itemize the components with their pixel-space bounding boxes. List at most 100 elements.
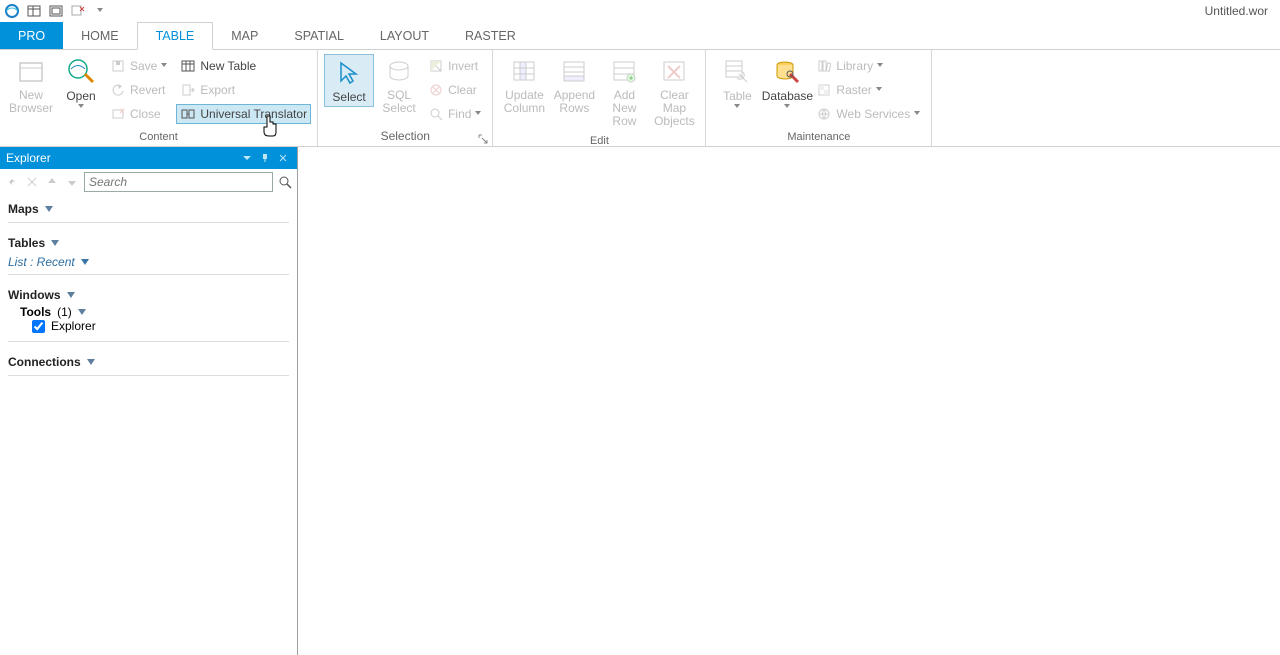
new-table-label: New Table	[200, 59, 256, 73]
export-label: Export	[200, 83, 235, 97]
table-maint-label: Table	[723, 89, 752, 103]
explorer-menu-icon[interactable]	[239, 150, 255, 166]
invert-label: Invert	[448, 59, 478, 73]
export-button: Export	[176, 80, 311, 100]
invert-icon	[428, 58, 444, 74]
library-button: Library	[812, 56, 925, 76]
new-browser-icon	[15, 56, 47, 88]
universal-translator-button[interactable]: Universal Translator	[176, 104, 311, 124]
save-icon	[110, 58, 126, 74]
document-area	[298, 147, 1280, 655]
tree-connections-collapse-icon[interactable]	[87, 359, 95, 365]
title-bar: Untitled.wor	[0, 0, 1280, 22]
close-button: Close	[106, 104, 172, 124]
tree-list-recent[interactable]: List : Recent	[8, 253, 289, 271]
open-dropdown-icon[interactable]	[78, 104, 85, 111]
selection-dialog-launcher-icon[interactable]	[478, 133, 488, 143]
explorer-nav-up-icon	[44, 174, 60, 190]
qat-close-all-icon[interactable]	[70, 3, 86, 19]
new-table-button[interactable]: New Table	[176, 56, 311, 76]
database-button[interactable]: Database	[762, 54, 812, 113]
tree-connections-label: Connections	[8, 355, 81, 369]
new-table-icon	[180, 58, 196, 74]
tree-windows-heading[interactable]: Windows	[8, 285, 289, 305]
update-column-button: Update Column	[499, 54, 549, 117]
qat-open-table-icon[interactable]	[26, 3, 42, 19]
select-label: Select	[332, 90, 365, 104]
tree-list-recent-dropdown-icon[interactable]	[81, 259, 89, 265]
tree-explorer-checkbox[interactable]	[32, 320, 45, 333]
table-maint-dropdown-icon	[734, 104, 741, 111]
tab-home[interactable]: HOME	[63, 22, 137, 49]
tab-pro[interactable]: PRO	[0, 22, 63, 49]
workspace: Explorer Maps Tables	[0, 147, 1280, 655]
tab-spatial[interactable]: SPATIAL	[276, 22, 362, 49]
group-selection-label: Selection	[318, 129, 492, 146]
append-rows-button: Append Rows	[549, 54, 599, 117]
tree-divider	[8, 341, 289, 342]
select-button[interactable]: Select	[324, 54, 374, 107]
clear-map-objects-icon	[658, 56, 690, 88]
clear-button: Clear	[424, 80, 486, 100]
explorer-search-icon[interactable]	[277, 174, 293, 190]
qat-open-workspace-icon[interactable]	[48, 3, 64, 19]
tab-layout[interactable]: LAYOUT	[362, 22, 447, 49]
tree-divider	[8, 222, 289, 223]
explorer-header: Explorer	[0, 147, 297, 169]
tab-map[interactable]: MAP	[213, 22, 276, 49]
update-column-label: Update Column	[501, 89, 547, 115]
explorer-search-input[interactable]	[84, 172, 273, 192]
raster-maint-dropdown-icon	[876, 87, 883, 94]
tree-tables-label: Tables	[8, 236, 45, 250]
revert-label: Revert	[130, 83, 165, 97]
tab-table[interactable]: TABLE	[137, 22, 214, 50]
tree-divider	[8, 274, 289, 275]
append-rows-icon	[558, 56, 590, 88]
group-selection: Select SQL Select Invert Clear	[318, 50, 493, 146]
tree-tables-collapse-icon[interactable]	[51, 240, 59, 246]
save-button: Save	[106, 56, 172, 76]
save-dropdown-icon	[161, 63, 168, 70]
tree-tools-count: (1)	[57, 305, 72, 319]
explorer-nav-home-icon	[4, 174, 20, 190]
tree-explorer-item[interactable]: Explorer	[8, 319, 289, 333]
add-new-row-icon	[608, 56, 640, 88]
tree-connections-heading[interactable]: Connections	[8, 352, 289, 372]
tab-raster[interactable]: RASTER	[447, 22, 534, 49]
find-dropdown-icon	[475, 111, 482, 118]
tree-tools-item[interactable]: Tools (1)	[8, 305, 289, 319]
tree-maps-heading[interactable]: Maps	[8, 199, 289, 219]
sql-select-button: SQL Select	[374, 54, 424, 117]
explorer-tree: Maps Tables List : Recent Windows	[0, 195, 297, 390]
tree-windows-label: Windows	[8, 288, 61, 302]
clear-map-objects-button: Clear Map Objects	[649, 54, 699, 131]
explorer-close-icon[interactable]	[275, 150, 291, 166]
database-dropdown-icon[interactable]	[784, 104, 791, 111]
library-label: Library	[836, 59, 873, 73]
tree-windows-collapse-icon[interactable]	[67, 292, 75, 298]
invert-button: Invert	[424, 56, 486, 76]
update-column-icon	[508, 56, 540, 88]
group-content: New Browser Open Save Revert	[0, 50, 318, 146]
table-maint-button: Table	[712, 54, 762, 113]
tree-tables-heading[interactable]: Tables	[8, 233, 289, 253]
web-services-button: Web Services	[812, 104, 925, 124]
ribbon-tabs: PRO HOME TABLE MAP SPATIAL LAYOUT RASTER	[0, 22, 1280, 50]
universal-translator-label: Universal Translator	[200, 107, 307, 121]
group-selection-text: Selection	[381, 129, 430, 143]
database-label: Database	[762, 89, 813, 103]
tree-tools-collapse-icon[interactable]	[78, 309, 86, 315]
qat-customize-icon[interactable]	[92, 3, 108, 19]
group-edit-label: Edit	[493, 135, 705, 150]
tree-explorer-item-label: Explorer	[51, 319, 96, 333]
tree-maps-label: Maps	[8, 202, 39, 216]
group-content-label: Content	[0, 131, 317, 146]
ribbon: New Browser Open Save Revert	[0, 50, 1280, 147]
explorer-pin-icon[interactable]	[257, 150, 273, 166]
explorer-nav-down-icon	[64, 174, 80, 190]
find-button: Find	[424, 104, 486, 124]
tree-maps-collapse-icon[interactable]	[45, 206, 53, 212]
open-button[interactable]: Open	[56, 54, 106, 113]
find-icon	[428, 106, 444, 122]
tree-list-recent-label: List : Recent	[8, 255, 75, 269]
